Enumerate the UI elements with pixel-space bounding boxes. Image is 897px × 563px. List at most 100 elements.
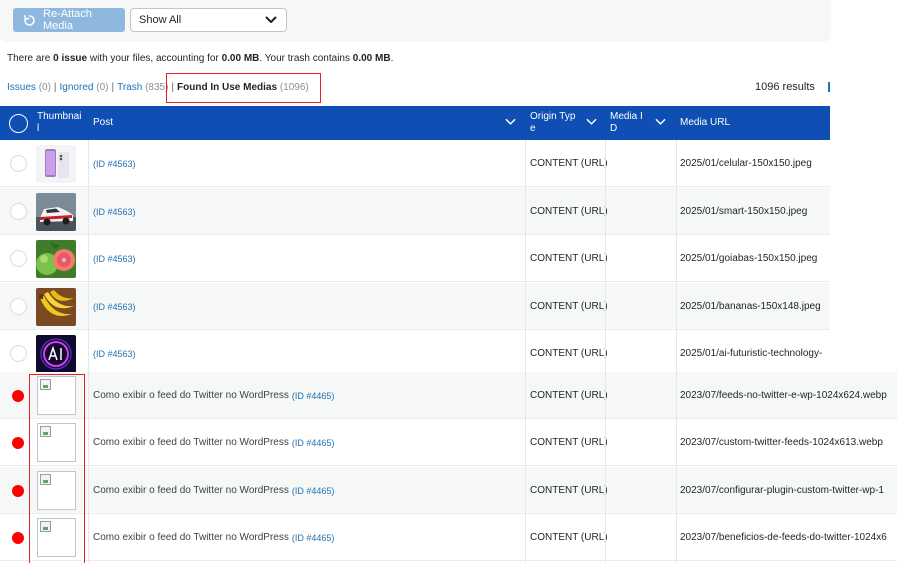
post-id-link[interactable]: (ID #4563)	[93, 254, 136, 264]
issue-status-dot[interactable]	[12, 532, 24, 544]
column-divider	[676, 140, 677, 563]
issue-status-dot[interactable]	[12, 390, 24, 402]
sort-chevron-icon[interactable]	[586, 117, 597, 127]
post-cell: (ID #4563)	[93, 330, 136, 377]
issue-status-dot[interactable]	[12, 485, 24, 497]
origin-type: CONTENT (URL)	[530, 532, 608, 543]
origin-type: CONTENT (URL)	[530, 390, 608, 401]
column-post-label: Post	[93, 117, 114, 128]
tab-issues-count: (0)	[38, 82, 51, 93]
post-title: Como exibir o feed do Twitter no WordPre…	[93, 532, 289, 543]
column-origin-label: Origin Typ	[530, 111, 576, 122]
post-id-link[interactable]: (ID #4563)	[93, 349, 136, 359]
reattach-media-label: Re-Attach Media	[43, 8, 92, 32]
row-checkbox[interactable]	[10, 250, 27, 267]
table-row: (ID #4563) CONTENT (URL) 2025/01/celular…	[0, 140, 830, 187]
tab-ignored-label: Ignored	[59, 82, 94, 93]
filter-select-value: Show All	[139, 14, 182, 26]
summary-suffix: .	[390, 53, 394, 64]
media-url: 2025/01/ai-futuristic-technology-	[680, 348, 823, 359]
post-cell: (ID #4563)	[93, 188, 136, 235]
column-divider	[525, 140, 526, 563]
tab-ignored[interactable]: Ignored (0)	[60, 82, 109, 93]
summary-trash-size: 0.00 MB	[352, 53, 391, 64]
media-url: 2025/01/smart-150x150.jpeg	[680, 206, 808, 217]
column-origin-type[interactable]: Origin Typ e	[530, 106, 605, 140]
tab-separator: |	[111, 82, 115, 93]
media-url: 2025/01/goiabas-150x150.jpeg	[680, 253, 818, 264]
ai-photo-thumbnail[interactable]	[36, 335, 76, 373]
column-post[interactable]: Post	[93, 106, 525, 140]
post-id-link[interactable]: (ID #4563)	[93, 302, 136, 312]
origin-type: CONTENT (URL)	[530, 301, 608, 312]
table-row: (ID #4563) CONTENT (URL) 2025/01/bananas…	[0, 283, 830, 330]
row-checkbox[interactable]	[10, 298, 27, 315]
table-row-issue: Como exibir o feed do Twitter no WordPre…	[0, 514, 897, 561]
highlight-box	[166, 73, 321, 103]
post-cell: Como exibir o feed do Twitter no WordPre…	[93, 467, 334, 514]
table-row: (ID #4563) CONTENT (URL) 2025/01/goiabas…	[0, 235, 830, 282]
banana-photo-thumbnail[interactable]	[36, 288, 76, 326]
media-url: 2023/07/configurar-plugin-custom-twitter…	[680, 485, 884, 496]
column-media-id-label-wrap: D	[610, 123, 618, 134]
reattach-media-button[interactable]: Re-Attach Media	[13, 8, 125, 32]
row-checkbox[interactable]	[10, 203, 27, 220]
media-url: 2023/07/beneficios-de-feeds-do-twitter-1…	[680, 532, 887, 543]
column-media-url: Media URL	[680, 106, 730, 140]
column-thumbnail-label-wrap: l	[37, 123, 40, 134]
row-checkbox[interactable]	[10, 155, 27, 172]
tab-issues[interactable]: Issues (0)	[7, 82, 51, 93]
filter-select[interactable]: Show All	[130, 8, 287, 32]
post-title: Como exibir o feed do Twitter no WordPre…	[93, 485, 289, 496]
post-cell: Como exibir o feed do Twitter no WordPre…	[93, 372, 334, 419]
pagination-edge[interactable]	[828, 82, 830, 92]
tab-ignored-count: (0)	[96, 82, 109, 93]
post-cell: (ID #4563)	[93, 235, 136, 282]
post-id-link[interactable]: (ID #4465)	[292, 533, 335, 543]
select-all-checkbox[interactable]	[9, 114, 28, 133]
origin-type: CONTENT (URL)	[530, 485, 608, 496]
post-id-link[interactable]: (ID #4563)	[93, 207, 136, 217]
post-id-link[interactable]: (ID #4563)	[93, 159, 136, 169]
sort-chevron-icon[interactable]	[655, 117, 666, 127]
phone-photo-thumbnail[interactable]	[36, 145, 76, 183]
column-thumbnail-label: Thumbnai	[37, 111, 82, 122]
table-row-issue: Como exibir o feed do Twitter no WordPre…	[0, 419, 897, 466]
tab-issues-label: Issues	[7, 82, 36, 93]
post-id-link[interactable]: (ID #4465)	[292, 391, 335, 401]
summary-text: There are 0 issue with your files, accou…	[7, 53, 393, 64]
post-title: Como exibir o feed do Twitter no WordPre…	[93, 390, 289, 401]
car-photo-thumbnail[interactable]	[36, 193, 76, 231]
post-id-link[interactable]: (ID #4465)	[292, 438, 335, 448]
summary-middle: with your files, accounting for	[87, 53, 222, 64]
summary-size: 0.00 MB	[221, 53, 260, 64]
column-divider	[605, 140, 606, 563]
origin-type: CONTENT (URL)	[530, 206, 608, 217]
origin-type: CONTENT (URL)	[530, 437, 608, 448]
column-media-id[interactable]: Media ID	[610, 106, 676, 140]
row-checkbox[interactable]	[10, 345, 27, 362]
post-title: Como exibir o feed do Twitter no WordPre…	[93, 437, 289, 448]
origin-type: CONTENT (URL)	[530, 158, 608, 169]
refresh-icon	[24, 14, 35, 26]
column-divider	[88, 140, 89, 563]
post-id-link[interactable]: (ID #4465)	[292, 486, 335, 496]
table-row-issue: Como exibir o feed do Twitter no WordPre…	[0, 372, 897, 419]
post-cell: (ID #4563)	[93, 140, 136, 187]
results-count: 1096 results	[755, 81, 815, 93]
summary-trash-text: . Your trash contains	[259, 53, 353, 64]
column-thumbnail: Thumbnai l	[37, 106, 81, 140]
table-row-issue: Como exibir o feed do Twitter no WordPre…	[0, 467, 897, 514]
issue-status-dot[interactable]	[12, 437, 24, 449]
media-url: 2025/01/celular-150x150.jpeg	[680, 158, 812, 169]
tab-separator: |	[53, 82, 57, 93]
tab-trash[interactable]: Trash (835)	[117, 82, 168, 93]
post-cell: Como exibir o feed do Twitter no WordPre…	[93, 514, 334, 561]
table-row: (ID #4563) CONTENT (URL) 2025/01/ai-futu…	[0, 330, 830, 377]
media-url: 2025/01/bananas-150x148.jpeg	[680, 301, 821, 312]
chevron-down-icon	[265, 16, 277, 23]
guava-photo-thumbnail[interactable]	[36, 240, 76, 278]
table-header: Thumbnai l Post Origin Typ e Media ID Medi…	[0, 106, 830, 140]
sort-chevron-icon[interactable]	[505, 117, 516, 127]
column-origin-label-wrap: e	[530, 123, 536, 134]
